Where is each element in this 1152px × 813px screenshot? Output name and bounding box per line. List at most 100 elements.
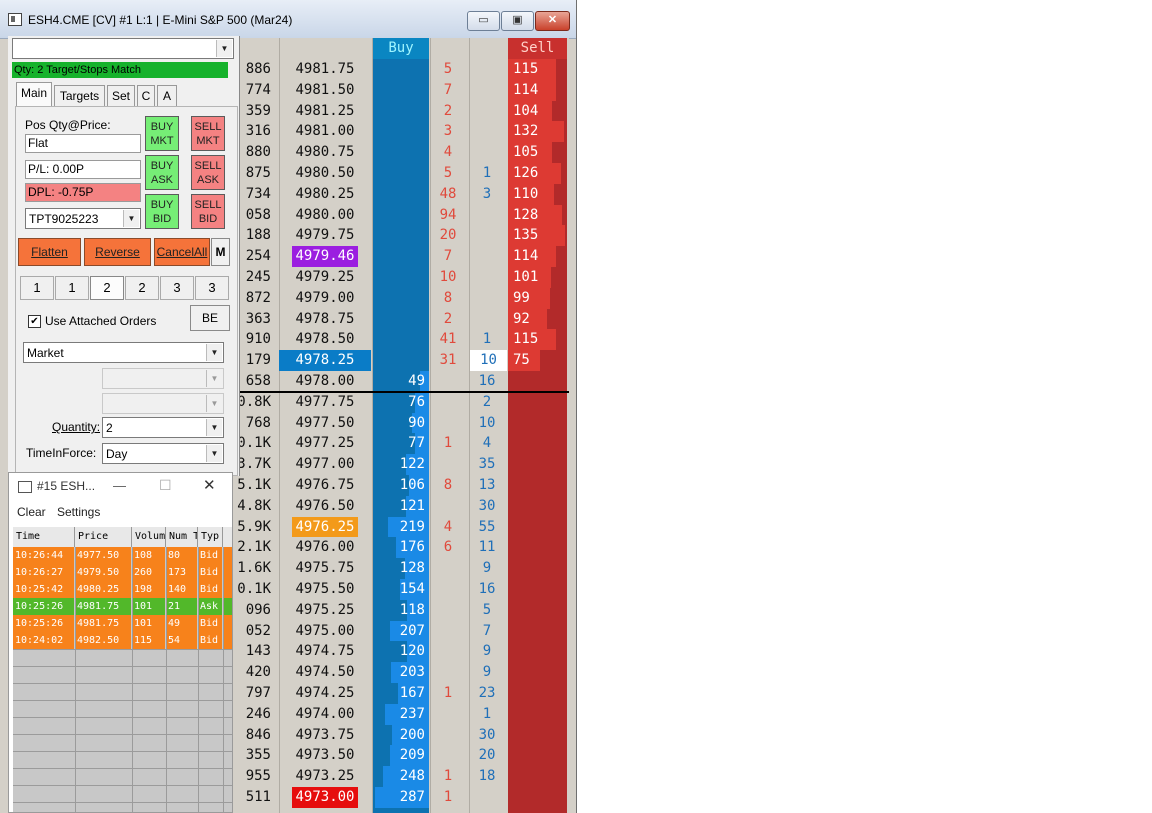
sell-size-cell[interactable]: 101 [513, 267, 567, 288]
buy-size-cell[interactable]: 167 [373, 683, 425, 704]
ladder-row[interactable]: 096 4975.25 118 5 [237, 599, 569, 621]
price-cell[interactable]: 4980.25 [279, 184, 371, 205]
tab-c[interactable]: C [137, 85, 155, 106]
ladder-row[interactable]: 875 4980.50 5 1 126 [237, 163, 569, 184]
qty-button-2[interactable]: 2 [90, 276, 124, 300]
sell-size-cell[interactable]: 92 [513, 309, 567, 330]
ladder-row[interactable]: 955 4973.25 248 1 18 [237, 766, 569, 787]
ladder-row[interactable]: 5.1K 4976.75 106 8 13 [237, 475, 569, 496]
col-time[interactable]: Time [13, 527, 75, 547]
price-cell[interactable]: 4973.25 [279, 766, 371, 787]
ladder-row[interactable]: 4.8K 4976.50 121 30 [237, 495, 569, 517]
menu-clear[interactable]: Clear [17, 505, 46, 519]
price-cell[interactable]: 4981.25 [279, 101, 371, 122]
buy-size-cell[interactable]: 128 [373, 558, 425, 579]
price-cell[interactable]: 4973.75 [279, 725, 371, 746]
price-cell[interactable]: 4973.50 [279, 745, 371, 766]
price-cell[interactable]: 4974.50 [279, 662, 371, 683]
time-sales-row[interactable]: 10:25:42 4980.25 198 140 Bid [13, 581, 232, 598]
time-sales-row[interactable]: 10:25:26 4981.75 101 21 Ask [13, 598, 232, 615]
ladder-row[interactable]: 0.1K 4977.25 77 1 4 [237, 433, 569, 455]
buy-size-cell[interactable]: 287 [373, 787, 425, 808]
price-cell[interactable]: 4981.00 [279, 121, 371, 142]
ladder-row[interactable]: 254 4979.46 7 114 [237, 246, 569, 267]
ladder-row[interactable]: 872 4979.00 8 99 [237, 287, 569, 309]
tif-select[interactable]: Day ▼ [102, 443, 224, 464]
ladder-row[interactable]: 3.7K 4977.00 122 35 [237, 454, 569, 475]
sell-bid-button[interactable]: SELL BID [191, 194, 225, 229]
price-cell[interactable]: 4980.00 [279, 205, 371, 226]
sell-size-cell[interactable]: 114 [513, 246, 567, 267]
qty-button-3[interactable]: 3 [160, 276, 194, 300]
price-cell[interactable]: 4980.75 [279, 142, 371, 163]
col-num-trades[interactable]: Num T [166, 527, 198, 547]
price-cell[interactable]: 4974.00 [279, 704, 371, 725]
ladder-row[interactable]: 886 4981.75 5 115 [237, 59, 569, 80]
buy-size-cell[interactable]: 120 [373, 641, 425, 662]
price-cell[interactable]: 4976.00 [279, 537, 371, 558]
quantity-select[interactable]: 2 ▼ [102, 417, 224, 438]
ladder-row[interactable]: 2.1K 4976.00 176 6 11 [237, 537, 569, 559]
qty-button-1[interactable]: 1 [20, 276, 54, 300]
buy-size-cell[interactable]: 209 [373, 745, 425, 766]
reverse-button[interactable]: Reverse [84, 238, 151, 266]
buy-size-cell[interactable]: 49 [373, 371, 425, 392]
ladder-row[interactable]: 768 4977.50 90 10 [237, 412, 569, 434]
account-combo[interactable]: ▼ [12, 38, 234, 59]
ladder-row[interactable]: 1.6K 4975.75 128 9 [237, 558, 569, 579]
sell-size-cell[interactable]: 128 [513, 205, 567, 226]
time-sales-row[interactable]: 10:24:02 4982.50 115 54 Bid [13, 632, 232, 649]
ladder-row[interactable]: 420 4974.50 203 9 [237, 662, 569, 683]
minimize-button[interactable]: ▭ [467, 11, 500, 31]
price-cell[interactable]: 4973.00 [292, 787, 358, 808]
ts-minimize-button[interactable]: — [113, 478, 126, 493]
sell-size-cell[interactable]: 135 [513, 225, 567, 246]
buy-size-cell[interactable]: 118 [373, 600, 425, 621]
sell-size-cell[interactable]: 114 [513, 80, 567, 101]
ladder-row[interactable]: 363 4978.75 2 92 [237, 308, 569, 330]
qty-button-2b[interactable]: 2 [125, 276, 159, 300]
tab-main[interactable]: Main [16, 82, 52, 106]
buy-size-cell[interactable]: 122 [373, 454, 425, 475]
price-cell[interactable]: 4976.75 [279, 475, 371, 496]
buy-size-cell[interactable]: 207 [373, 621, 425, 642]
buy-size-cell[interactable]: 106 [373, 475, 425, 496]
col-type[interactable]: Typ [198, 527, 223, 547]
buy-size-cell[interactable]: 237 [373, 704, 425, 725]
ladder-row[interactable]: 246 4974.00 237 1 [237, 703, 569, 725]
price-cell[interactable]: 4978.25 [279, 350, 371, 371]
ladder-row[interactable]: 316 4981.00 3 132 [237, 121, 569, 143]
ladder-row[interactable]: 058 4980.00 94 128 [237, 204, 569, 226]
ladder-row[interactable]: 179 4978.25 31 10 75 [237, 350, 569, 371]
price-cell[interactable]: 4976.50 [279, 496, 371, 517]
tab-targets[interactable]: Targets [54, 85, 105, 106]
buy-size-cell[interactable]: 154 [373, 579, 425, 600]
sell-market-button[interactable]: SELL MKT [191, 116, 225, 151]
price-cell[interactable]: 4974.75 [279, 641, 371, 662]
ladder-row[interactable]: 245 4979.25 10 101 [237, 267, 569, 288]
buy-ask-button[interactable]: BUY ASK [145, 155, 179, 190]
buy-size-cell[interactable]: 76 [373, 392, 425, 413]
ladder-row[interactable]: 359 4981.25 2 104 [237, 100, 569, 122]
sell-size-cell[interactable]: 115 [513, 59, 567, 80]
sell-size-cell[interactable]: 126 [513, 163, 567, 184]
ladder-row[interactable]: 188 4979.75 20 135 [237, 225, 569, 247]
price-cell[interactable]: 4979.00 [279, 288, 371, 309]
ladder-row[interactable]: 846 4973.75 200 30 [237, 724, 569, 746]
price-cell[interactable]: 4975.75 [279, 558, 371, 579]
ts-maximize-button[interactable]: ☐ [159, 477, 172, 494]
ladder-row[interactable]: 880 4980.75 4 105 [237, 142, 569, 163]
qty-button-3b[interactable]: 3 [195, 276, 229, 300]
ladder-row[interactable]: 511 4973.00 287 1 [237, 787, 569, 808]
price-cell[interactable]: 4976.25 [292, 516, 358, 538]
tab-a[interactable]: A [157, 85, 177, 106]
price-cell[interactable]: 4977.50 [279, 413, 371, 434]
title-bar[interactable]: ESH4.CME [CV] #1 L:1 | E-Mini S&P 500 (M… [0, 0, 576, 39]
price-cell[interactable]: 4980.50 [279, 163, 371, 184]
cancel-all-button[interactable]: CancelAll [154, 238, 210, 266]
be-button[interactable]: BE [190, 305, 230, 331]
price-cell[interactable]: 4975.25 [279, 600, 371, 621]
order-type-select[interactable]: Market ▼ [23, 342, 224, 363]
price-cell[interactable]: 4978.00 [279, 371, 371, 392]
price-cell[interactable]: 4977.25 [279, 433, 371, 454]
